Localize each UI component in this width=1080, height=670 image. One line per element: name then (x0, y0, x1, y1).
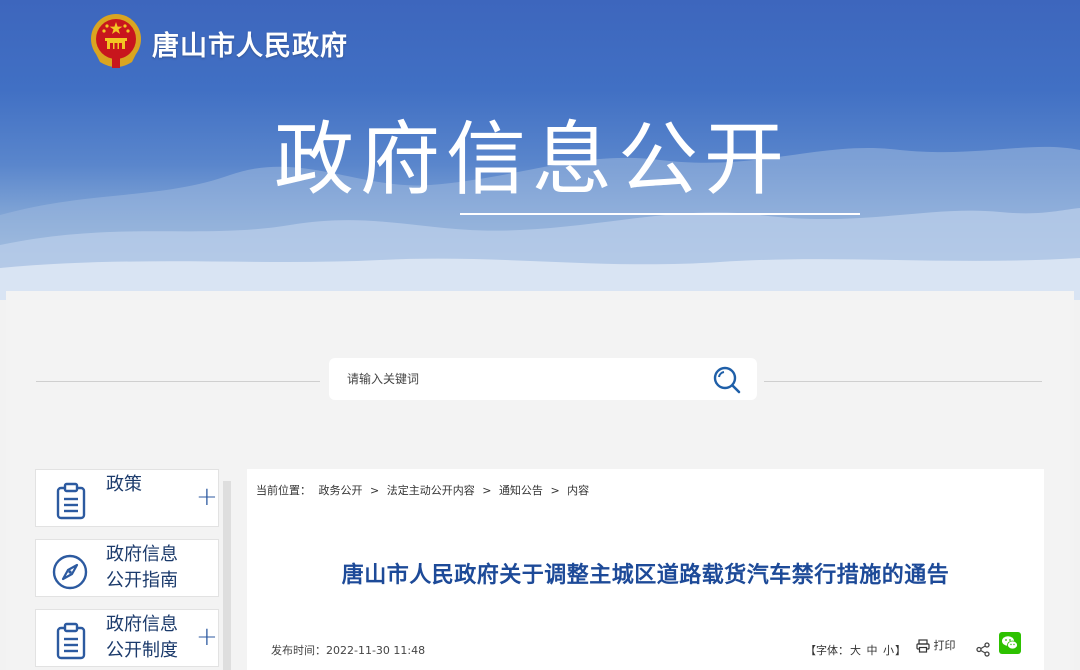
site-name[interactable]: 唐山市人民政府 (152, 24, 348, 63)
breadcrumb-item-current: 内容 (567, 484, 590, 497)
font-medium-button[interactable]: 中 (867, 644, 878, 657)
breadcrumb-item-notices[interactable]: 通知公告 (499, 484, 543, 497)
article-content: 当前位置： 政务公开 > 法定主动公开内容 > 通知公告 > 内容 唐山市人民政… (247, 469, 1044, 670)
font-large-button[interactable]: 大 (850, 644, 861, 657)
publish-time: 发布时间：2022-11-30 11:48 (271, 642, 425, 658)
sidebar-item-disclosure-system[interactable]: 政府信息 公开制度 + (35, 609, 219, 667)
main-panel: 政策 + 政府信息 公开指南 政府信息 公开制度 + (6, 291, 1074, 670)
divider-line-left (36, 381, 320, 382)
sidebar-scrollbar[interactable] (223, 481, 231, 670)
share-icon[interactable] (975, 641, 991, 657)
breadcrumb-separator: > (482, 484, 492, 497)
font-size-controls: 【字体：大 中 小】 (805, 642, 906, 658)
clipboard-list-icon (56, 482, 86, 520)
printer-icon (916, 639, 930, 653)
banner-title-underline (460, 213, 860, 215)
sidebar: 政策 + 政府信息 公开指南 政府信息 公开制度 + (35, 469, 231, 670)
banner-title: 政府信息公开 (274, 113, 790, 206)
print-label: 打印 (933, 639, 956, 652)
clipboard-list-icon (56, 622, 86, 660)
sidebar-item-label: 政府信息 公开指南 (106, 544, 178, 591)
sidebar-item-policy[interactable]: 政策 + (35, 469, 219, 527)
font-small-button[interactable]: 小 (883, 644, 894, 657)
article-title: 唐山市人民政府关于调整主城区道路载货汽车禁行措施的通告 (341, 563, 950, 588)
divider-line-right (764, 381, 1042, 382)
header-banner: 唐山市人民政府 政府信息公开 (0, 0, 1080, 300)
national-emblem-icon[interactable] (88, 12, 144, 70)
publish-value: 2022-11-30 11:48 (326, 644, 426, 657)
breadcrumb: 当前位置： 政务公开 > 法定主动公开内容 > 通知公告 > 内容 (256, 482, 593, 498)
wechat-icon[interactable] (999, 632, 1021, 654)
font-label-open: 【字体： (805, 644, 849, 657)
sidebar-item-label: 政策 (106, 474, 142, 495)
sidebar-item-disclosure-guide[interactable]: 政府信息 公开指南 (35, 539, 219, 597)
search-icon[interactable] (710, 364, 744, 396)
breadcrumb-prefix: 当前位置： (256, 484, 311, 497)
publish-label: 发布时间： (271, 644, 326, 657)
plus-icon[interactable]: + (196, 484, 218, 510)
breadcrumb-item-statutory[interactable]: 法定主动公开内容 (387, 484, 475, 497)
breadcrumb-item-gov-affairs[interactable]: 政务公开 (319, 484, 363, 497)
sidebar-item-label: 政府信息 公开制度 (106, 614, 178, 661)
compass-icon (52, 554, 88, 590)
search-input[interactable] (347, 368, 707, 390)
plus-icon[interactable]: + (196, 624, 218, 650)
print-button[interactable]: 打印 (916, 637, 956, 657)
search-box (329, 358, 757, 400)
breadcrumb-separator: > (370, 484, 380, 497)
breadcrumb-separator: > (550, 484, 560, 497)
font-label-close: 】 (895, 644, 906, 657)
